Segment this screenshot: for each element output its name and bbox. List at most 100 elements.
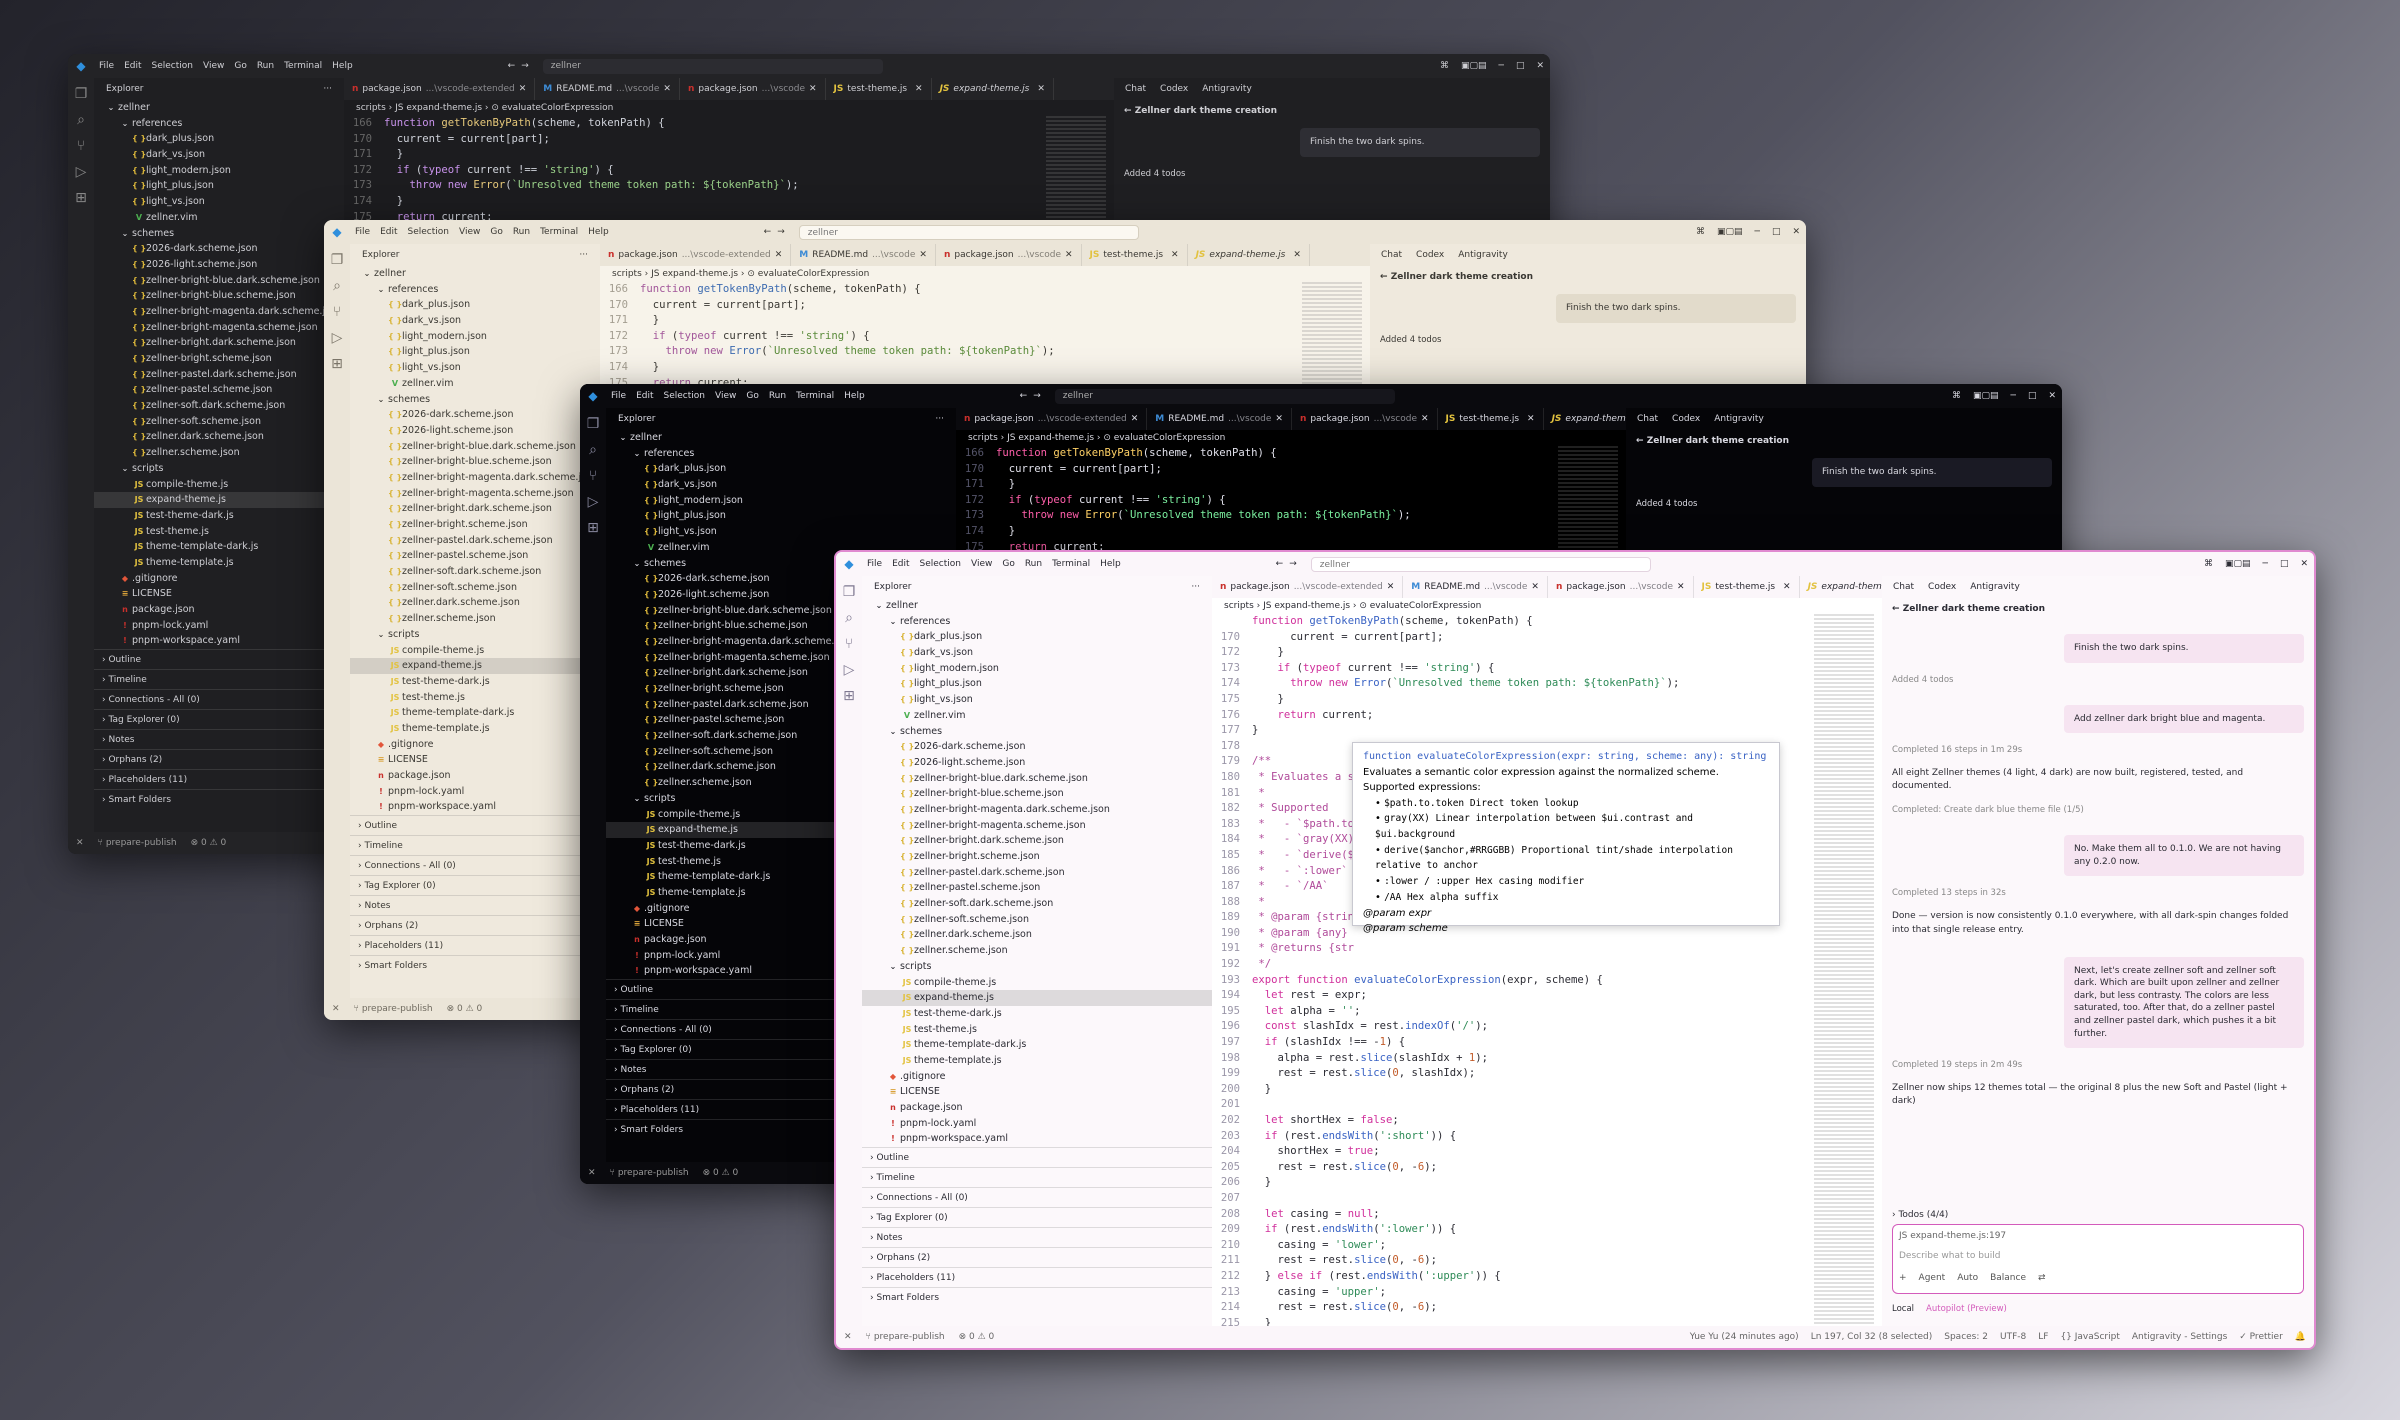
sidebar-section[interactable]: › Orphans (2) — [94, 749, 344, 769]
sidebar-section[interactable]: › Notes — [94, 729, 344, 749]
menu-terminal[interactable]: Terminal — [535, 227, 583, 237]
menu-selection[interactable]: Selection — [915, 559, 966, 569]
folder-item[interactable]: ⌄ schemes — [862, 724, 1212, 740]
command-center-search[interactable]: zellner — [1310, 556, 1651, 572]
extensions-icon[interactable]: ⊞ — [843, 688, 855, 704]
file-item[interactable]: { }light_modern.json — [350, 329, 600, 345]
search-icon[interactable]: ⌕ — [589, 442, 597, 458]
file-item[interactable]: { }zellner-soft.dark.scheme.json — [350, 564, 600, 580]
close-tab-icon[interactable]: ✕ — [1527, 408, 1535, 430]
more-icon[interactable]: ··· — [1191, 576, 1200, 598]
menu-go[interactable]: Go — [741, 391, 763, 401]
balance-button[interactable]: Balance — [1990, 1273, 2026, 1283]
file-item[interactable]: ! pnpm-workspace.yaml — [94, 633, 344, 649]
nav-arrows-icon[interactable]: ←→ — [764, 227, 791, 237]
layout-icon[interactable]: ▣▢▤ — [1711, 227, 1749, 237]
folder-item[interactable]: ⌄ scripts — [862, 959, 1212, 975]
file-item[interactable]: { }zellner-bright-blue.dark.scheme.json — [94, 273, 344, 289]
extensions-icon[interactable]: ⊞ — [75, 190, 87, 206]
file-item[interactable]: { }zellner-soft.scheme.json — [94, 414, 344, 430]
file-item[interactable]: { }zellner.scheme.json — [862, 943, 1212, 959]
branch[interactable]: ⑂ prepare-publish — [610, 1168, 689, 1178]
more-icon[interactable]: ··· — [579, 244, 588, 266]
file-item[interactable]: JS test-theme-dark.js — [862, 1006, 1212, 1022]
file-item[interactable]: { }light_modern.json — [862, 661, 1212, 677]
file-item[interactable]: JS expand-theme.js — [862, 990, 1212, 1006]
close-tab-icon[interactable]: ✕ — [1421, 408, 1429, 430]
file-item[interactable]: { }zellner.dark.scheme.json — [350, 595, 600, 611]
todos-toggle[interactable]: › Todos (4/4) — [1892, 1210, 1948, 1220]
branch[interactable]: ⑂ prepare-publish — [98, 838, 177, 848]
minimize-icon[interactable]: ─ — [2005, 391, 2022, 401]
file-item[interactable]: { }zellner-pastel.dark.scheme.json — [862, 865, 1212, 881]
file-item[interactable]: { }zellner-bright.scheme.json — [862, 849, 1212, 865]
close-tab-icon[interactable]: ✕ — [775, 244, 783, 266]
menu-selection[interactable]: Selection — [659, 391, 710, 401]
problems[interactable]: ⊗ 0 ⚠ 0 — [191, 838, 227, 848]
remote-icon[interactable]: ✕ — [844, 1332, 852, 1342]
folder-item[interactable]: ⌄ scripts — [350, 627, 600, 643]
folder-item[interactable]: ⌄ schemes — [94, 226, 344, 242]
editor-tab[interactable]: M README.md ...\vscode ✕ — [791, 244, 936, 266]
menu-file[interactable]: File — [862, 559, 887, 569]
file-item[interactable]: { }zellner-pastel.dark.scheme.json — [350, 533, 600, 549]
file-item[interactable]: ◆ .gitignore — [94, 571, 344, 587]
file-item[interactable]: { }light_vs.json — [94, 194, 344, 210]
folder-item[interactable]: ⌄ zellner — [606, 430, 956, 446]
menu-selection[interactable]: Selection — [147, 61, 198, 71]
command-center-search[interactable]: zellner — [1054, 388, 1395, 404]
file-item[interactable]: JS compile-theme.js — [350, 643, 600, 659]
file-item[interactable]: { }zellner-bright-blue.dark.scheme.json — [350, 439, 600, 455]
maximize-icon[interactable]: □ — [1766, 227, 1787, 237]
close-tab-icon[interactable]: ✕ — [1783, 576, 1791, 598]
file-item[interactable]: { }zellner-bright.dark.scheme.json — [94, 335, 344, 351]
file-item[interactable]: JS test-theme.js — [350, 690, 600, 706]
file-item[interactable]: { }zellner-soft.scheme.json — [862, 912, 1212, 928]
folder-item[interactable]: ⌄ references — [94, 116, 344, 132]
file-item[interactable]: { }light_vs.json — [606, 524, 956, 540]
file-item[interactable]: { }zellner-pastel.scheme.json — [350, 548, 600, 564]
folder-item[interactable]: ⌄ zellner — [94, 100, 344, 116]
file-item[interactable]: n package.json — [862, 1100, 1212, 1116]
file-item[interactable]: Vzellner.vim — [862, 708, 1212, 724]
status-item[interactable]: Yue Yu (24 minutes ago) — [1690, 1332, 1799, 1342]
menu-run[interactable]: Run — [508, 227, 535, 237]
tab-codex[interactable]: Codex — [1923, 580, 1961, 594]
explorer-icon[interactable]: ❐ — [75, 86, 88, 102]
run-debug-icon[interactable]: ▷ — [588, 494, 599, 510]
menu-terminal[interactable]: Terminal — [1047, 559, 1095, 569]
file-item[interactable]: ! pnpm-lock.yaml — [94, 618, 344, 634]
file-item[interactable]: JS test-theme-dark.js — [94, 508, 344, 524]
explorer-icon[interactable]: ❐ — [331, 252, 344, 268]
menu-edit[interactable]: Edit — [631, 391, 658, 401]
chat-input-placeholder[interactable]: Describe what to build — [1899, 1251, 2297, 1261]
file-item[interactable]: { }dark_plus.json — [606, 461, 956, 477]
close-tab-icon[interactable]: ✕ — [1131, 408, 1139, 430]
editor-tab[interactable]: M README.md ...\vscode ✕ — [535, 78, 680, 100]
editor-tab[interactable]: JS test-theme.js ✕ — [1082, 244, 1188, 266]
close-tab-icon[interactable]: ✕ — [809, 78, 817, 100]
file-item[interactable]: ! pnpm-lock.yaml — [862, 1116, 1212, 1132]
file-item[interactable]: { }dark_vs.json — [350, 313, 600, 329]
file-item[interactable]: { }zellner-pastel.scheme.json — [862, 880, 1212, 896]
file-item[interactable]: JS test-theme.js — [862, 1022, 1212, 1038]
run-debug-icon[interactable]: ▷ — [332, 330, 343, 346]
sidebar-section[interactable]: › Tag Explorer (0) — [94, 709, 344, 729]
menu-selection[interactable]: Selection — [403, 227, 454, 237]
file-item[interactable]: { }zellner-bright-magenta.dark.scheme.js… — [862, 802, 1212, 818]
file-item[interactable]: JS test-theme.js — [94, 524, 344, 540]
search-icon[interactable]: ⌕ — [77, 112, 85, 128]
run-debug-icon[interactable]: ▷ — [76, 164, 87, 180]
sidebar-section[interactable]: › Timeline — [94, 669, 344, 689]
folder-item[interactable]: ⌄ scripts — [94, 461, 344, 477]
status-item[interactable]: 🔔 — [2295, 1332, 2306, 1342]
close-tab-icon[interactable]: ✕ — [663, 78, 671, 100]
file-item[interactable]: { }2026-light.scheme.json — [862, 755, 1212, 771]
tab-chat[interactable]: Chat — [1632, 412, 1663, 426]
file-item[interactable]: ! pnpm-workspace.yaml — [862, 1131, 1212, 1147]
menu-view[interactable]: View — [966, 559, 997, 569]
file-item[interactable]: ! pnpm-lock.yaml — [350, 784, 600, 800]
file-item[interactable]: ≡ LICENSE — [350, 752, 600, 768]
status-item[interactable]: {} JavaScript — [2060, 1332, 2119, 1342]
tab-codex[interactable]: Codex — [1155, 82, 1193, 96]
